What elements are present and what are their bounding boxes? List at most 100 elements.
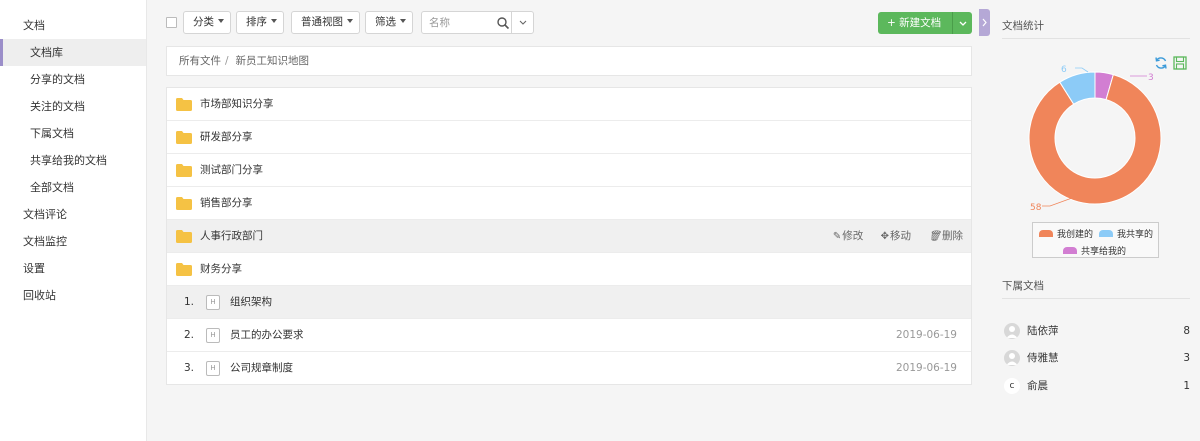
subordinate-row[interactable]: 陆依萍 8 <box>1002 321 1190 341</box>
data-label-shared-to-me: 3 <box>1148 73 1154 83</box>
category-dropdown[interactable]: 分类 <box>183 11 231 34</box>
filter-dropdown[interactable]: 筛选 <box>365 11 413 34</box>
edit-button[interactable]: ✎修改 <box>833 230 863 242</box>
move-label: 移动 <box>889 230 911 242</box>
breadcrumb: 所有文件 / 新员工知识地图 <box>166 46 972 76</box>
folder-name: 研发部分享 <box>200 131 253 143</box>
sort-dropdown[interactable]: 排序 <box>236 11 284 34</box>
chart-legend: 我创建的 我共享的 共享给我的 <box>1032 222 1159 258</box>
nav-all-docs[interactable]: 全部文档 <box>0 174 146 201</box>
new-doc-button[interactable]: + 新建文档 <box>878 12 972 34</box>
folder-row[interactable]: 财务分享 <box>167 253 971 286</box>
chevron-down-icon <box>959 21 967 26</box>
document-name: 公司规章制度 <box>230 362 293 374</box>
nav-shared-docs[interactable]: 分享的文档 <box>0 66 146 93</box>
nav-settings[interactable]: 设置 <box>0 255 146 282</box>
subordinate-count: 8 <box>1183 325 1190 337</box>
document-index: 3. <box>184 362 195 374</box>
legend-item-shared-to-me[interactable]: 共享给我的 <box>1063 244 1126 257</box>
row-actions: ✎修改 ✥移动 🗑删除 <box>819 220 963 253</box>
folder-row[interactable]: 研发部分享 <box>167 121 971 154</box>
html-doc-icon: H <box>206 361 220 376</box>
search-icon[interactable] <box>496 16 510 30</box>
nav-recycle-bin[interactable]: 回收站 <box>0 282 146 309</box>
folder-icon <box>176 98 192 111</box>
delete-button[interactable]: 🗑删除 <box>928 230 963 242</box>
folder-icon <box>176 263 192 276</box>
folder-icon <box>176 197 192 210</box>
legend-item-shared[interactable]: 我共享的 <box>1099 227 1153 240</box>
select-all-checkbox[interactable] <box>166 17 177 28</box>
folder-row[interactable]: 市场部知识分享 <box>167 88 971 121</box>
subordinate-name: 侍雅慧 <box>1027 352 1059 364</box>
document-row[interactable]: 1. H 组织架构 <box>167 286 971 319</box>
folder-name: 销售部分享 <box>200 197 253 209</box>
subordinate-row[interactable]: c 俞晨 1 <box>1002 376 1190 396</box>
avatar <box>1004 350 1020 366</box>
edit-icon: ✎ <box>832 231 842 242</box>
html-doc-icon: H <box>206 328 220 343</box>
doc-stats-donut-chart: 6 3 58 <box>1028 65 1162 213</box>
avatar <box>1004 323 1020 339</box>
subordinate-name: 俞晨 <box>1027 380 1048 392</box>
document-date: 2019-06-19 <box>895 362 957 374</box>
view-dropdown[interactable]: 普通视图 <box>291 11 360 34</box>
right-panel: 文档统计 6 3 58 我创建的 我共享的 共享给我的 下属文档 陆依萍 8 侍… <box>990 0 1200 441</box>
sort-label: 排序 <box>246 16 267 28</box>
document-index: 2. <box>184 329 195 341</box>
folder-name: 财务分享 <box>200 263 242 275</box>
view-label: 普通视图 <box>301 16 343 28</box>
document-index: 1. <box>184 296 195 308</box>
nav-doc-monitor[interactable]: 文档监控 <box>0 228 146 255</box>
folder-row[interactable]: 人事行政部门 ✎修改 ✥移动 🗑删除 <box>167 220 971 253</box>
document-name: 员工的办公要求 <box>230 329 304 341</box>
panel-collapse-toggle[interactable] <box>979 9 990 36</box>
legend-label: 共享给我的 <box>1081 247 1127 257</box>
chevron-right-icon <box>982 18 987 27</box>
avatar: c <box>1004 378 1020 394</box>
label-leader-created <box>1042 197 1073 207</box>
edit-label: 修改 <box>842 230 864 242</box>
folder-name: 人事行政部门 <box>200 230 263 242</box>
chevron-down-icon <box>519 20 527 25</box>
folder-name: 测试部门分享 <box>200 164 263 176</box>
caret-down-icon <box>347 19 353 23</box>
folder-icon <box>176 164 192 177</box>
document-row[interactable]: 3. H 公司规章制度 2019-06-19 <box>167 352 971 385</box>
sidebar: 文档 文档库 分享的文档 关注的文档 下属文档 共享给我的文档 全部文档 文档评… <box>0 0 147 441</box>
folder-name: 市场部知识分享 <box>200 98 274 110</box>
legend-label: 我共享的 <box>1117 230 1154 240</box>
filter-label: 筛选 <box>375 16 396 28</box>
legend-swatch <box>1039 230 1053 237</box>
new-doc-dropdown-toggle[interactable] <box>952 12 972 34</box>
folder-row[interactable]: 测试部门分享 <box>167 154 971 187</box>
nav-doc-comments[interactable]: 文档评论 <box>0 201 146 228</box>
move-button[interactable]: ✥移动 <box>881 230 911 242</box>
user-avatar-icon <box>1006 353 1018 365</box>
legend-item-created[interactable]: 我创建的 <box>1039 227 1093 240</box>
caret-down-icon <box>400 19 406 23</box>
document-row[interactable]: 2. H 员工的办公要求 2019-06-19 <box>167 319 971 352</box>
nav-doc-library[interactable]: 文档库 <box>0 39 146 66</box>
legend-swatch <box>1099 230 1113 237</box>
subordinate-row[interactable]: 侍雅慧 3 <box>1002 348 1190 368</box>
breadcrumb-root[interactable]: 所有文件 <box>179 55 221 67</box>
legend-label: 我创建的 <box>1057 230 1094 240</box>
nav-docs[interactable]: 文档 <box>0 12 146 39</box>
new-doc-label: + 新建文档 <box>887 17 942 29</box>
nav-shared-to-me[interactable]: 共享给我的文档 <box>0 147 146 174</box>
label-leader-shared <box>1075 67 1089 73</box>
folder-icon <box>176 230 192 243</box>
caret-down-icon <box>218 19 224 23</box>
data-label-shared: 6 <box>1061 65 1067 75</box>
breadcrumb-separator: / <box>225 55 229 67</box>
nav-subordinate-docs[interactable]: 下属文档 <box>0 120 146 147</box>
divider <box>1002 298 1190 299</box>
data-label-created: 58 <box>1030 203 1042 213</box>
nav-followed-docs[interactable]: 关注的文档 <box>0 93 146 120</box>
delete-label: 删除 <box>942 230 963 242</box>
folder-row[interactable]: 销售部分享 <box>167 187 971 220</box>
subordinate-count: 1 <box>1183 380 1190 392</box>
search-options-button[interactable] <box>511 12 533 33</box>
file-list: 市场部知识分享 研发部分享 测试部门分享 销售部分享 人事行政部门 ✎修改 ✥移… <box>166 87 972 385</box>
